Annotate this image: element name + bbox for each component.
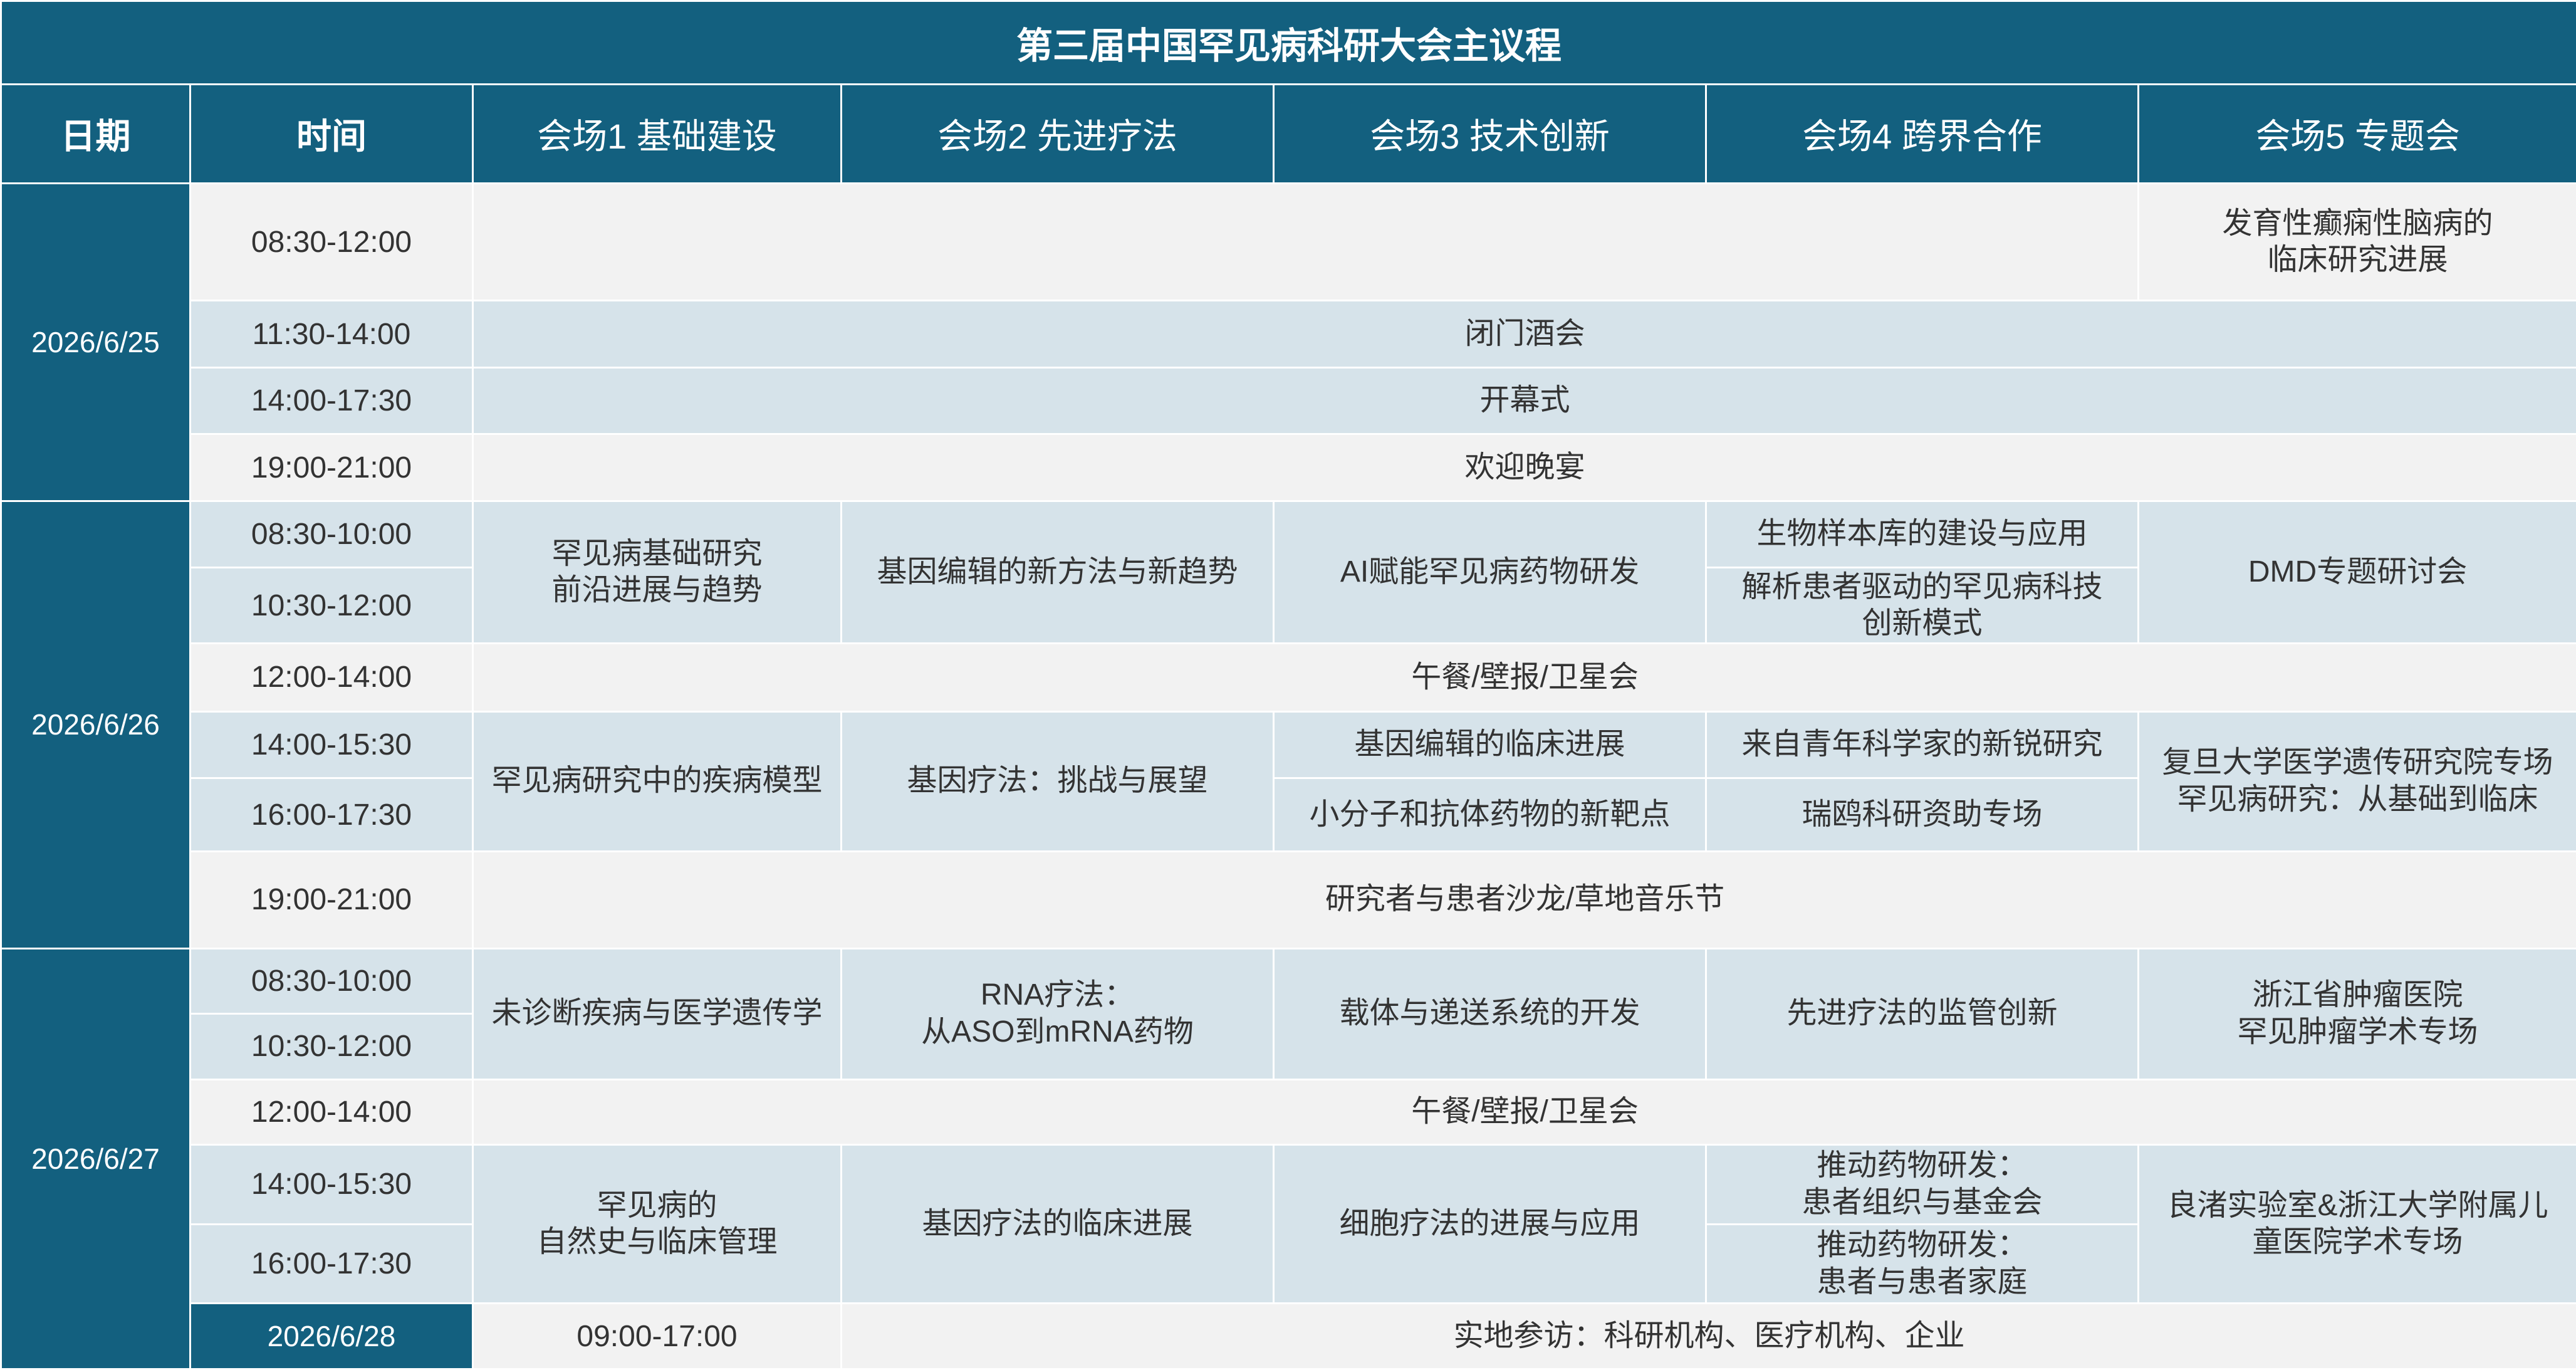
session-cell: 瑞鸥科研资助专场 [1705,777,2139,852]
session-line: 前沿进展与趋势 [551,573,763,607]
session-cell: 基因疗法：挑战与展望 [840,710,1275,852]
header-time: 时间 [189,83,474,185]
time-cell: 10:30-12:00 [189,567,474,645]
time-cell: 10:30-12:00 [189,1013,474,1080]
table-row: 19:00-21:00 欢迎晚宴 [1,433,2576,502]
session-cell: 解析患者驱动的罕见病科技 创新模式 [1705,567,2139,645]
table-row: 19:00-21:00 研究者与患者沙龙/草地音乐节 [1,850,2576,949]
session-cell: 罕见病基础研究 前沿进展与趋势 [472,499,842,645]
session-cell: 来自青年科学家的新锐研究 [1705,710,2139,780]
header-venue-2: 会场2 先进疗法 [840,83,1275,185]
time-cell: 19:00-21:00 [189,850,474,949]
agenda-title: 第三届中国罕见病科研大会主议程 [0,0,2576,85]
time-cell: 19:00-21:00 [189,433,474,502]
table-row: 12:00-14:00 午餐/壁报/卫星会 [1,1078,2576,1146]
session-line: 推动药物研发： [1817,1228,2028,1262]
table-row: 2026/6/28 09:00-17:00 实地参访：科研机构、医疗机构、企业 [1,1302,2576,1370]
time-cell: 12:00-14:00 [189,1078,474,1146]
header-venue-3: 会场3 技术创新 [1273,83,1707,185]
agenda-table: 第三届中国罕见病科研大会主议程 日期 时间 会场1 基础建设 会场2 先进疗法 … [0,0,2576,1370]
session-line: 患者与患者家庭 [1817,1265,2028,1299]
session-cell: 研究者与患者沙龙/草地音乐节 [471,850,2576,949]
session-line: 推动药物研发： [1817,1149,2028,1183]
session-line: 罕见肿瘤学术专场 [2237,1015,2478,1048]
session-cell: 良渚实验室&浙江大学附属儿 童医院学术专场 [2137,1144,2576,1305]
session-cell: 推动药物研发： 患者与患者家庭 [1705,1223,2139,1305]
title-row: 第三届中国罕见病科研大会主议程 [0,0,2576,85]
table-row: 2026/6/27 08:30-10:00 未诊断疾病与医学遗传学 RNA疗法：… [0,947,2576,1370]
session-line: 自然史与临床管理 [536,1225,778,1259]
session-line: 创新模式 [1862,607,1983,641]
session-line: 罕见病基础研究 [551,536,763,570]
session-cell: 先进疗法的监管创新 [1705,947,2139,1080]
time-cell: 09:00-17:00 [472,1302,842,1370]
session-cell: 基因疗法的临床进展 [840,1144,1275,1305]
session-cell: 午餐/壁报/卫星会 [471,1078,2576,1146]
session-line: 罕见病的 [597,1188,717,1222]
session-cell: 细胞疗法的进展与应用 [1273,1144,1707,1305]
time-cell: 14:00-17:30 [189,366,474,436]
table-row: 11:30-14:00 闭门酒会 [1,300,2576,369]
date-cell: 2026/6/26 [0,499,191,949]
session-line: 患者组织与基金会 [1802,1185,2043,1219]
empty-cell [472,182,2139,302]
time-cell: 16:00-17:30 [189,777,474,852]
session-cell: DMD专题研讨会 [2137,499,2576,645]
table-row: 14:00-15:30 罕见病的 自然史与临床管理 基因疗法的临床进展 细胞疗法… [1,1144,2576,1305]
session-line: 浙江省肿瘤医院 [2252,978,2463,1012]
session-cell: 罕见病研究中的疾病模型 [472,710,842,852]
time-cell: 14:00-15:30 [189,710,474,780]
session-cell: 复旦大学医学遗传研究院专场 罕见病研究：从基础到临床 [2137,710,2576,852]
session-line: 临床研究进展 [2267,243,2448,277]
time-cell: 16:00-17:30 [189,1223,474,1305]
date-cell: 2026/6/27 [0,947,191,1370]
session-line: 发育性癫痫性脑病的 [2222,206,2493,240]
table-row: 2026/6/26 08:30-10:00 罕见病基础研究 前沿进展与趋势 基因… [0,499,2576,949]
session-cell: 闭门酒会 [471,300,2576,369]
session-line: 解析患者驱动的罕见病科技 [1741,570,2103,604]
table-row: 2026/6/25 08:30-12:00 发育性癫痫性脑病的 临床研究进展 [0,182,2576,502]
session-cell: 未诊断疾病与医学遗传学 [472,947,842,1080]
table-row: 12:00-14:00 午餐/壁报/卫星会 [1,642,2576,713]
time-cell: 08:30-12:00 [189,182,474,302]
session-cell: 罕见病的 自然史与临床管理 [472,1144,842,1305]
session-line: 童医院学术专场 [2252,1225,2463,1259]
time-cell: 08:30-10:00 [189,947,474,1015]
session-line: 复旦大学医学遗传研究院专场 [2162,746,2553,780]
session-cell: 基因编辑的临床进展 [1273,710,1707,780]
time-cell: 14:00-15:30 [189,1144,474,1225]
time-cell: 12:00-14:00 [189,642,474,713]
table-row: 14:00-17:30 开幕式 [1,366,2576,436]
session-line: 良渚实验室&浙江大学附属儿 [2167,1188,2548,1222]
session-cell: 午餐/壁报/卫星会 [471,642,2576,713]
session-cell: 开幕式 [471,366,2576,436]
session-cell: 载体与递送系统的开发 [1273,947,1707,1080]
header-date: 日期 [0,83,191,185]
time-cell: 11:30-14:00 [189,300,474,369]
session-line: RNA疗法： [980,978,1135,1012]
session-line: 罕见病研究：从基础到临床 [2177,782,2538,816]
header-venue-5: 会场5 专题会 [2137,83,2576,185]
header-venue-4: 会场4 跨界合作 [1705,83,2139,185]
table-row: 14:00-15:30 罕见病研究中的疾病模型 基因疗法：挑战与展望 基因编辑的… [1,710,2576,852]
session-cell: RNA疗法： 从ASO到mRNA药物 [840,947,1275,1080]
time-cell: 08:30-10:00 [189,499,474,569]
header-row: 日期 时间 会场1 基础建设 会场2 先进疗法 会场3 技术创新 会场4 跨界合… [0,83,2576,185]
header-venue-1: 会场1 基础建设 [472,83,842,185]
session-cell: 发育性癫痫性脑病的 临床研究进展 [2137,182,2576,302]
session-cell: 基因编辑的新方法与新趋势 [840,499,1275,645]
session-line: 从ASO到mRNA药物 [921,1015,1194,1048]
session-cell: 浙江省肿瘤医院 罕见肿瘤学术专场 [2137,947,2576,1080]
date-cell: 2026/6/25 [0,182,191,502]
date-cell: 2026/6/28 [189,1302,474,1370]
session-cell: 生物样本库的建设与应用 [1705,499,2139,569]
session-cell: 小分子和抗体药物的新靶点 [1273,777,1707,852]
session-cell: AI赋能罕见病药物研发 [1273,499,1707,645]
session-cell: 实地参访：科研机构、医疗机构、企业 [840,1302,2576,1370]
session-cell: 欢迎晚宴 [471,433,2576,502]
session-cell: 推动药物研发： 患者组织与基金会 [1705,1144,2139,1225]
